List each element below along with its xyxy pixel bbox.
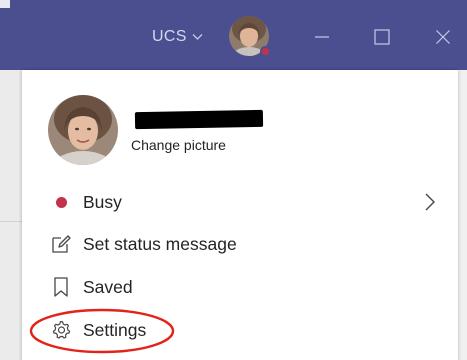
menu-item-label: Settings — [83, 319, 147, 340]
profile-photo[interactable] — [48, 95, 118, 165]
background-app-area — [0, 70, 22, 360]
minimize-button[interactable] — [307, 22, 337, 52]
menu-item-label: Busy — [83, 191, 122, 212]
edit-note-icon — [50, 233, 72, 255]
teams-window: UCS Change picture Busy Set status messa… — [0, 0, 467, 360]
gear-icon — [50, 319, 72, 341]
menu-item-settings[interactable]: Settings — [22, 312, 458, 348]
background-app-area-right — [458, 70, 467, 360]
user-name-redacted — [134, 109, 264, 130]
chevron-right-icon — [422, 191, 438, 213]
chevron-down-icon — [192, 34, 203, 40]
presence-dot-icon — [50, 191, 72, 213]
title-bar-edge — [0, 0, 10, 8]
change-picture-link[interactable]: Change picture — [131, 137, 226, 153]
bookmark-icon — [50, 276, 72, 298]
organization-switcher[interactable]: UCS — [152, 27, 203, 47]
close-icon — [436, 30, 450, 44]
menu-item-set-status-message[interactable]: Set status message — [22, 226, 458, 262]
profile-avatar-button[interactable] — [229, 16, 271, 58]
profile-menu: Change picture Busy Set status message S… — [22, 70, 458, 360]
menu-item-label: Set status message — [83, 233, 237, 254]
menu-item-label: Saved — [83, 276, 133, 297]
maximize-button[interactable] — [367, 22, 397, 52]
divider — [0, 221, 22, 222]
presence-badge — [260, 46, 271, 57]
maximize-icon — [374, 29, 390, 45]
menu-item-saved[interactable]: Saved — [22, 269, 458, 305]
minimize-icon — [315, 36, 329, 38]
title-bar: UCS — [0, 0, 467, 70]
menu-item-busy[interactable]: Busy — [22, 184, 458, 220]
organization-label: UCS — [152, 28, 187, 45]
close-button[interactable] — [428, 22, 458, 52]
